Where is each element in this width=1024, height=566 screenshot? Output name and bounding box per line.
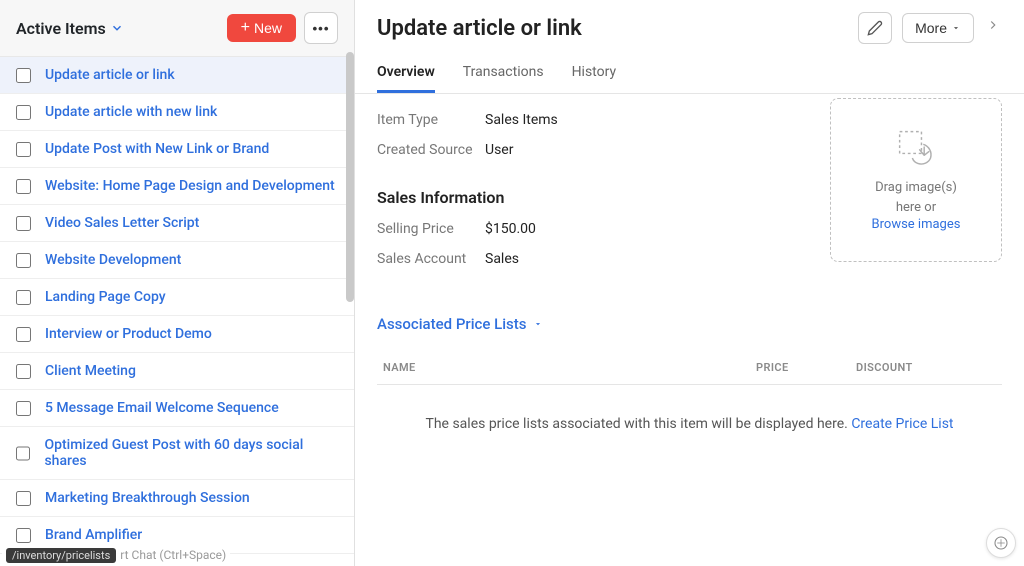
tab-history[interactable]: History	[572, 54, 617, 93]
image-dropzone[interactable]: Drag image(s) here or Browse images	[830, 98, 1002, 262]
tab-transactions[interactable]: Transactions	[463, 54, 544, 93]
chevron-down-icon	[110, 21, 124, 35]
associated-price-lists-toggle[interactable]: Associated Price Lists	[377, 315, 543, 333]
list-item-label: Update Post with New Link or Brand	[45, 141, 269, 157]
list-item-label: Landing Page Copy	[45, 289, 166, 305]
main-header: Update article or link More	[355, 0, 1024, 54]
list-item[interactable]: Landing Page Copy	[0, 279, 354, 316]
list-item-label: Update article or link	[45, 67, 175, 83]
sidebar: Active Items + New ••• Update article or…	[0, 0, 355, 566]
list-item-label: Interview or Product Demo	[45, 326, 212, 342]
assistant-bubble[interactable]	[986, 528, 1016, 558]
list-item-checkbox[interactable]	[16, 253, 31, 268]
list-item-checkbox[interactable]	[16, 290, 31, 305]
scrollbar[interactable]	[346, 52, 354, 302]
main-panel: Update article or link More Overview Tran…	[355, 0, 1024, 566]
list-item[interactable]: Interview or Product Demo	[0, 316, 354, 353]
list-item[interactable]: Client Meeting	[0, 353, 354, 390]
sales-info-title: Sales Information	[377, 188, 807, 207]
col-discount: DISCOUNT	[856, 361, 996, 374]
edit-button[interactable]	[858, 12, 892, 44]
filter-label: Active Items	[16, 19, 106, 38]
pencil-icon	[867, 20, 883, 36]
list-item-checkbox[interactable]	[16, 68, 31, 83]
create-price-list-link[interactable]: Create Price List	[851, 416, 953, 432]
associated-price-lists: Associated Price Lists NAME PRICE DISCOU…	[377, 315, 1002, 441]
dropzone-text: Drag image(s) here or	[875, 178, 957, 217]
overview-left: Item Type Sales Items Created Source Use…	[377, 112, 807, 281]
list-item-checkbox[interactable]	[16, 446, 30, 461]
list-item-checkbox[interactable]	[16, 142, 31, 157]
sales-account-label: Sales Account	[377, 251, 485, 267]
list-item[interactable]: 5 Message Email Welcome Sequence	[0, 390, 354, 427]
sidebar-more-button[interactable]: •••	[304, 12, 338, 44]
list-item[interactable]: Optimized Guest Post with 60 days social…	[0, 427, 354, 480]
list-item-label: 5 Message Email Welcome Sequence	[45, 400, 279, 416]
list-item[interactable]: Website Development	[0, 242, 354, 279]
footer-path: /inventory/pricelists	[6, 548, 116, 563]
list-item[interactable]: Update article or link	[0, 57, 354, 94]
list-item-label: Client Meeting	[45, 363, 136, 379]
list-item-checkbox[interactable]	[16, 364, 31, 379]
list-item-checkbox[interactable]	[16, 401, 31, 416]
list-item[interactable]: Website: Home Page Design and Developmen…	[0, 168, 354, 205]
sidebar-header: Active Items + New •••	[0, 0, 354, 57]
list-item-label: Brand Amplifier	[45, 527, 142, 543]
upload-icon	[894, 128, 938, 168]
created-source-label: Created Source	[377, 142, 485, 158]
list-item-label: Marketing Breakthrough Session	[45, 490, 250, 506]
list-item-label: Update article with new link	[45, 104, 217, 120]
new-button-label: New	[254, 20, 282, 36]
list-item-checkbox[interactable]	[16, 216, 31, 231]
list-item[interactable]: Update Post with New Link or Brand	[0, 131, 354, 168]
list-item-label: Optimized Guest Post with 60 days social…	[44, 437, 338, 469]
browse-images-link[interactable]: Browse images	[872, 217, 961, 232]
list-item[interactable]: Video Sales Letter Script	[0, 205, 354, 242]
price-list-header: NAME PRICE DISCOUNT	[377, 345, 1002, 385]
list-item-label: Website Development	[45, 252, 181, 268]
more-dropdown[interactable]: More	[902, 13, 974, 43]
list-item-label: Video Sales Letter Script	[45, 215, 199, 231]
filter-dropdown[interactable]: Active Items	[16, 19, 124, 38]
list-item-checkbox[interactable]	[16, 105, 31, 120]
col-price: PRICE	[756, 361, 856, 374]
next-arrow[interactable]	[984, 15, 1002, 41]
tabs: Overview Transactions History	[355, 54, 1024, 94]
list-item-checkbox[interactable]	[16, 327, 31, 342]
sales-account-value: Sales	[485, 251, 519, 267]
price-list-empty: The sales price lists associated with th…	[377, 385, 1002, 441]
selling-price-value: $150.00	[485, 221, 536, 237]
created-source-value: User	[485, 142, 513, 158]
item-type-label: Item Type	[377, 112, 485, 128]
new-button[interactable]: + New	[227, 14, 296, 42]
list-item-checkbox[interactable]	[16, 179, 31, 194]
list-item-checkbox[interactable]	[16, 491, 31, 506]
list-item-label: Website: Home Page Design and Developmen…	[45, 178, 335, 194]
dots-icon: •••	[313, 21, 330, 36]
list-item[interactable]: Update article with new link	[0, 94, 354, 131]
item-type-value: Sales Items	[485, 112, 558, 128]
main-body: Item Type Sales Items Created Source Use…	[355, 94, 1024, 566]
list-item[interactable]: Marketing Breakthrough Session	[0, 480, 354, 517]
list-item-checkbox[interactable]	[16, 528, 31, 543]
selling-price-label: Selling Price	[377, 221, 485, 237]
more-label: More	[915, 20, 947, 36]
footer-chat-hint: rt Chat (Ctrl+Space)	[120, 548, 226, 562]
tab-overview[interactable]: Overview	[377, 54, 435, 93]
sparkle-icon	[992, 534, 1010, 552]
item-list[interactable]: Update article or link Update article wit…	[0, 57, 354, 566]
page-title: Update article or link	[377, 16, 582, 41]
caret-down-icon	[951, 23, 961, 33]
footer-hint: /inventory/pricelists rt Chat (Ctrl+Space…	[2, 547, 230, 563]
col-name: NAME	[383, 361, 756, 374]
caret-down-icon	[533, 319, 543, 329]
chevron-right-icon	[986, 15, 1000, 35]
plus-icon: +	[241, 20, 250, 36]
